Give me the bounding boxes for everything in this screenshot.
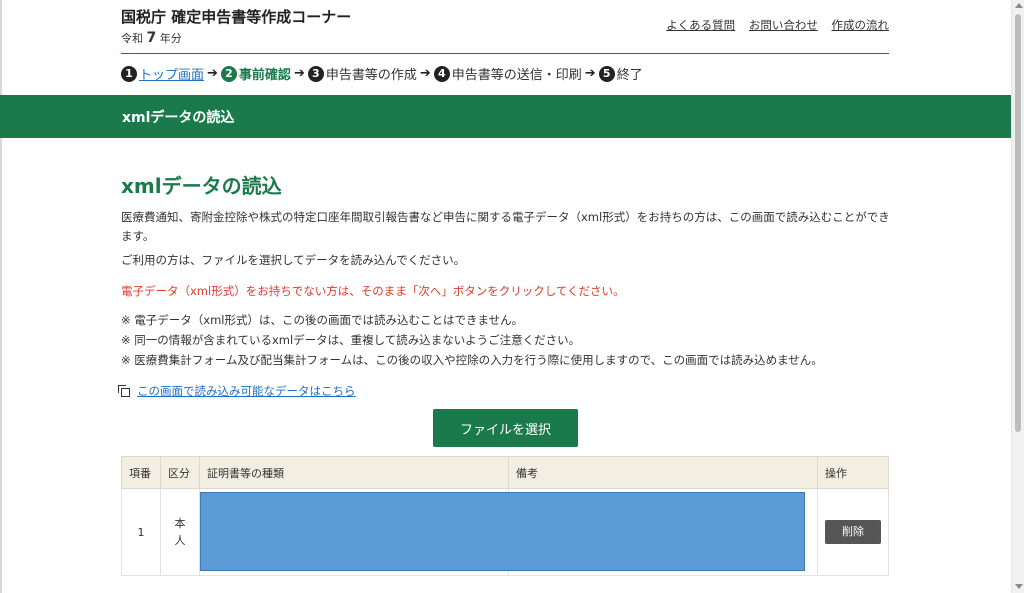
era-suffix: 年分 <box>159 32 182 45</box>
delete-button[interactable]: 削除 <box>825 520 881 544</box>
arrow-icon: ➔ <box>207 66 218 81</box>
row-category-label: 本人 <box>174 517 186 547</box>
step-5-number: 5 <box>598 65 615 82</box>
note-item: ※ 同一の情報が含まれているxmlデータは、重複して読み込まないようご注意くださ… <box>121 333 581 347</box>
col-header-remarks: 備考 <box>508 456 818 489</box>
readable-data-link-row: この画面で読み込み可能なデータはこちら <box>118 383 356 399</box>
step-3-label: 申告書等の作成 <box>325 68 417 83</box>
step-5-label: 終了 <box>616 68 643 83</box>
faq-link[interactable]: よくある質問 <box>666 18 735 32</box>
usage-paragraph: ご利用の方は、ファイルを選択してデータを読み込んでください。 <box>121 253 466 267</box>
step-1-top-link[interactable]: トップ画面 <box>139 64 204 83</box>
page-heading: xmlデータの読込 <box>121 174 282 198</box>
vertical-scrollbar[interactable] <box>1011 0 1024 593</box>
scroll-thumb[interactable] <box>1015 14 1021 432</box>
row-number: 1 <box>121 488 161 576</box>
tax-year: 令和 7 年分 <box>121 30 182 46</box>
note-item: ※ 医療費集計フォーム及び配当集計フォームは、この後の収入や控除の入力を行う際に… <box>121 353 823 367</box>
notes-list: ※ 電子データ（xml形式）は、この後の画面では読み込むことはできません。 ※ … <box>121 310 823 370</box>
scroll-up-icon[interactable] <box>1015 3 1023 8</box>
arrow-icon: ➔ <box>293 66 305 81</box>
redacted-area <box>200 492 805 571</box>
step-4-label: 申告書等の送信・印刷 <box>451 68 582 83</box>
col-header-category: 区分 <box>160 456 200 489</box>
step-1-number: 1 <box>121 65 137 82</box>
warning-text: 電子データ（xml形式）をお持ちでない方は、そのまま「次へ」ボタンをクリックして… <box>121 284 625 298</box>
page-title-band: xmlデータの読込 <box>0 95 1011 138</box>
site-title: 国税庁 確定申告書等作成コーナー <box>121 8 352 26</box>
row-category: 本人 <box>160 488 200 576</box>
flow-link[interactable]: 作成の流れ <box>832 18 890 32</box>
step-indicator: 1 トップ画面 ➔ 2 事前確認 ➔ 3 申告書等の作成 ➔ 4 申告書等の送信… <box>121 64 643 83</box>
note-item: ※ 電子データ（xml形式）は、この後の画面では読み込むことはできません。 <box>121 313 524 327</box>
arrow-icon: ➔ <box>584 66 596 81</box>
step-2-number: 2 <box>220 65 237 82</box>
new-window-icon <box>118 384 130 397</box>
step-3-number: 3 <box>307 65 324 82</box>
arrow-icon: ➔ <box>419 66 431 81</box>
step-2-current: 事前確認 <box>238 68 291 83</box>
intro-paragraph: 医療費通知、寄附金控除や株式の特定口座年間取引報告書など申告に関する電子データ（… <box>121 210 890 243</box>
era-prefix: 令和 <box>121 32 143 45</box>
row-operation: 削除 <box>817 488 889 576</box>
col-header-number: 項番 <box>121 456 161 489</box>
col-header-certificate-type: 証明書等の種類 <box>199 456 509 489</box>
readable-data-link[interactable]: この画面で読み込み可能なデータはこちら <box>137 383 356 399</box>
header-divider <box>121 53 889 54</box>
table-header-row: 項番 区分 証明書等の種類 備考 操作 <box>121 456 889 489</box>
era-year: 7 <box>146 30 157 46</box>
scroll-down-icon[interactable] <box>1015 584 1023 589</box>
page-content: 国税庁 確定申告書等作成コーナー 令和 7 年分 よくある質問 お問い合わせ 作… <box>0 0 1011 593</box>
header-links: よくある質問 お問い合わせ 作成の流れ <box>656 17 889 33</box>
contact-link[interactable]: お問い合わせ <box>749 18 818 32</box>
band-title: xmlデータの読込 <box>122 110 235 126</box>
select-file-button[interactable]: ファイルを選択 <box>433 409 578 447</box>
step-4-number: 4 <box>433 65 450 82</box>
col-header-operation: 操作 <box>817 456 889 489</box>
